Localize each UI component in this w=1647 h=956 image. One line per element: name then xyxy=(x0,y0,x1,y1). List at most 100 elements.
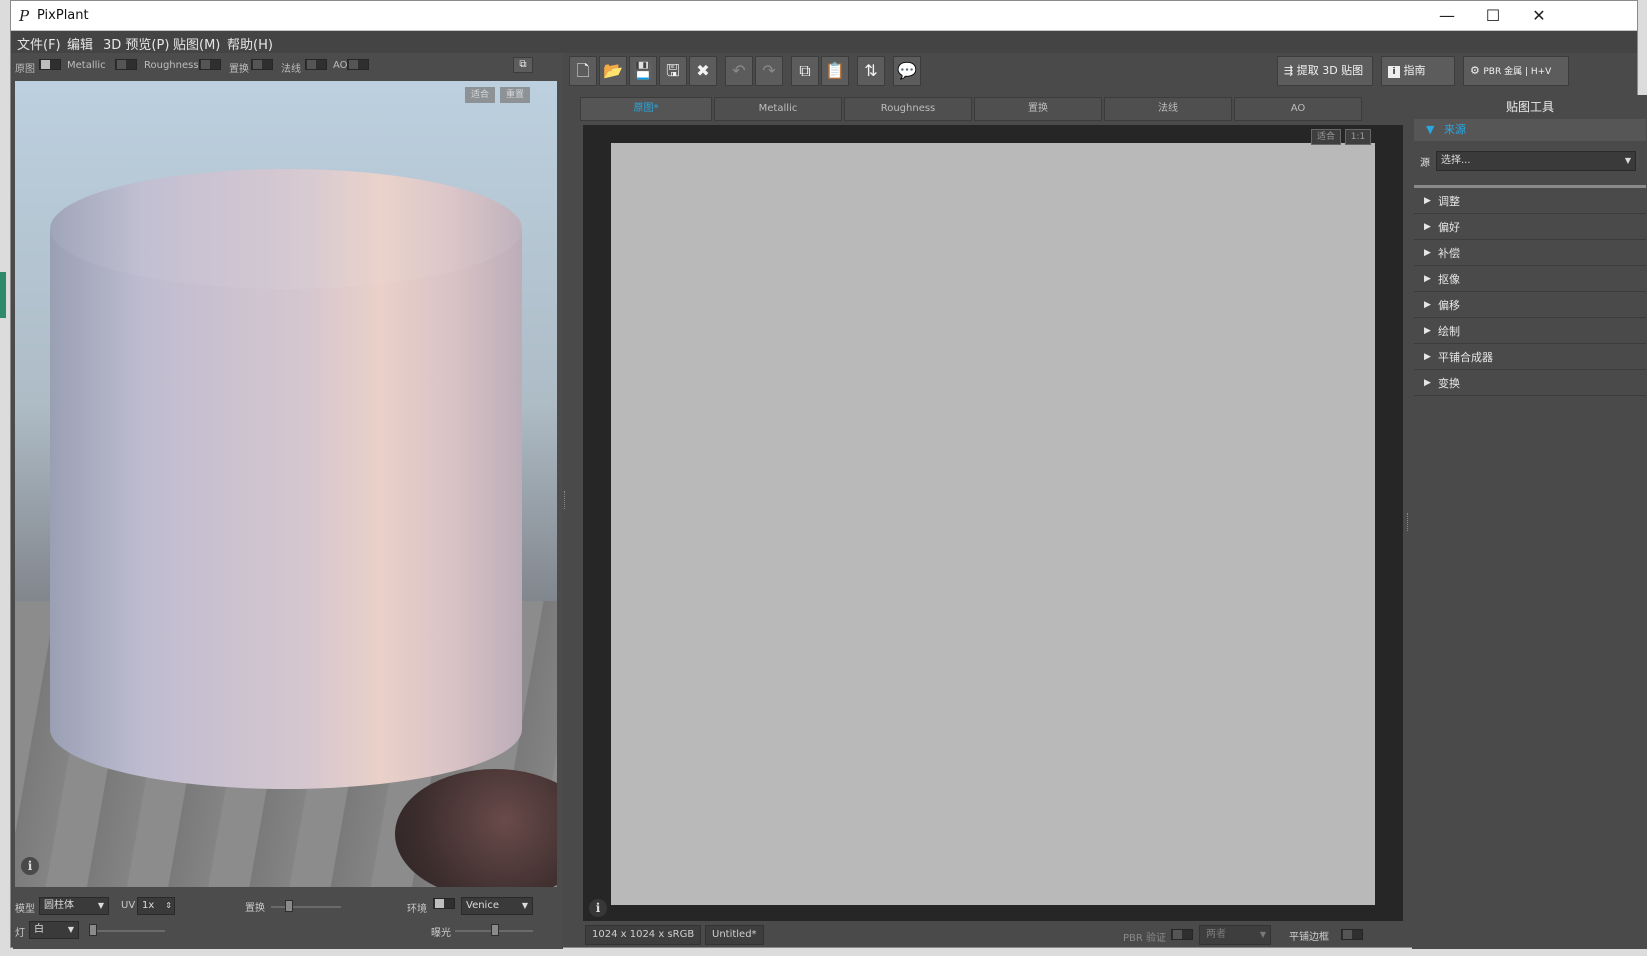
canvas-info-icon[interactable]: i xyxy=(589,899,607,917)
channel-metallic-label: Metallic xyxy=(67,60,106,71)
chevron-down-icon: ▼ xyxy=(97,901,104,910)
menu-3d-preview[interactable]: 3D 预览(P) xyxy=(103,34,169,53)
comment-icon[interactable]: 💬 xyxy=(893,56,921,86)
tool-transform[interactable]: ▶ 变换 xyxy=(1414,371,1646,396)
desktop-edge-mark xyxy=(0,272,6,318)
displace-strength-label: 置换 xyxy=(245,903,265,914)
tool-compensate[interactable]: ▶ 补偿 xyxy=(1414,241,1646,266)
extract-icon: ⇶ xyxy=(1284,64,1294,77)
minimize-button[interactable]: — xyxy=(1431,5,1463,27)
channel-roughness-toggle[interactable] xyxy=(199,59,221,71)
triangle-right-icon: ▶ xyxy=(1424,274,1431,284)
channel-metallic-toggle[interactable] xyxy=(115,59,137,71)
main-toolbar: 🗋 📂 💾 🖫 ✖ ↶ ↷ ⧉ 📋 ⇅ 💬 ⇶ 提取 3D 贴图 i 指南 ⚙ … xyxy=(569,53,1639,89)
canvas-fit-button[interactable]: 适合 xyxy=(1311,129,1341,145)
section-divider xyxy=(1414,185,1646,188)
guide-button[interactable]: i 指南 xyxy=(1381,56,1455,86)
canvas-footer: 1024 x 1024 x sRGB Untitled* PBR 验证 两者 ▼ … xyxy=(583,923,1403,947)
tile-edge-toggle[interactable] xyxy=(1341,929,1363,941)
tab-normal[interactable]: 法线 xyxy=(1104,97,1232,121)
pbr-check-toggle[interactable] xyxy=(1171,929,1193,941)
triangle-right-icon: ▶ xyxy=(1424,326,1431,336)
tool-preference[interactable]: ▶ 偏好 xyxy=(1414,215,1646,240)
paste-icon[interactable]: 📋 xyxy=(821,56,849,86)
exposure-slider-knob[interactable] xyxy=(491,924,499,936)
tab-roughness[interactable]: Roughness xyxy=(844,97,972,121)
tool-draw[interactable]: ▶ 绘制 xyxy=(1414,319,1646,344)
tool-keying[interactable]: ▶ 抠像 xyxy=(1414,267,1646,292)
chevron-down-icon: ▼ xyxy=(1624,156,1631,165)
light-slider-knob[interactable] xyxy=(89,924,97,936)
source-section-header[interactable]: ▼ 来源 xyxy=(1414,119,1646,141)
chevron-down-icon: ▼ xyxy=(1259,930,1266,939)
3d-viewport[interactable]: 适合 重置 i xyxy=(15,81,557,887)
displace-slider-knob[interactable] xyxy=(285,900,293,912)
close-file-icon[interactable]: ✖ xyxy=(689,56,717,86)
map-tabs: 原图* Metallic Roughness 置换 法线 AO xyxy=(580,97,1405,121)
light-select[interactable]: 白 ▼ xyxy=(29,921,79,939)
triangle-right-icon: ▶ xyxy=(1424,378,1431,388)
chevron-down-icon: ▼ xyxy=(521,901,528,910)
uv-stepper[interactable]: 1x ⇕ xyxy=(137,897,175,915)
source-select[interactable]: 选择... ▼ xyxy=(1436,151,1636,171)
title-bar: P PixPlant — ☐ ✕ xyxy=(11,1,1637,31)
save-icon[interactable]: 💾 xyxy=(629,56,657,86)
preview-footer: 模型 圆柱体 ▼ UV 1x ⇕ 置换 环境 Venice ▼ 灯 白 ▼ 曝光 xyxy=(13,893,563,949)
channel-displace-toggle[interactable] xyxy=(251,59,273,71)
extract-3d-maps-button[interactable]: ⇶ 提取 3D 贴图 xyxy=(1277,56,1373,86)
viewport-fit-button[interactable]: 适合 xyxy=(465,87,495,103)
pbr-settings-button[interactable]: ⚙ PBR 金属 | H+V xyxy=(1463,56,1569,86)
channel-roughness-label: Roughness xyxy=(144,60,199,71)
left-splitter-handle[interactable] xyxy=(564,491,567,509)
environment-select[interactable]: Venice ▼ xyxy=(461,897,533,915)
cylinder-model xyxy=(50,169,522,789)
triangle-right-icon: ▶ xyxy=(1424,248,1431,258)
exposure-label: 曝光 xyxy=(431,928,451,939)
viewport-info-icon[interactable]: i xyxy=(21,857,39,875)
model-select[interactable]: 圆柱体 ▼ xyxy=(39,897,109,915)
menu-edit[interactable]: 编辑 xyxy=(67,34,93,53)
viewport-reset-button[interactable]: 重置 xyxy=(500,87,530,103)
texture-canvas-area: 适合 1:1 i xyxy=(583,125,1403,921)
canvas-1to1-button[interactable]: 1:1 xyxy=(1345,129,1371,145)
triangle-right-icon: ▶ xyxy=(1424,222,1431,232)
preview-channel-bar: 原图 Metallic Roughness 置换 法线 AO ⧉ xyxy=(13,55,563,75)
channel-ao-label: AO xyxy=(333,60,348,71)
image-size-readout: 1024 x 1024 x sRGB xyxy=(585,925,702,945)
pbr-check-label: PBR 验证 xyxy=(1123,933,1167,944)
open-folder-icon[interactable]: 📂 xyxy=(599,56,627,86)
environment-toggle[interactable] xyxy=(433,898,455,910)
undo-icon[interactable]: ↶ xyxy=(725,56,753,86)
tab-metallic[interactable]: Metallic xyxy=(714,97,842,121)
maximize-button[interactable]: ☐ xyxy=(1477,5,1509,27)
triangle-right-icon: ▶ xyxy=(1424,196,1431,206)
pbr-check-select[interactable]: 两者 ▼ xyxy=(1199,925,1271,945)
source-label: 源 xyxy=(1420,158,1430,169)
menu-file[interactable]: 文件(F) xyxy=(17,34,61,53)
save-as-icon[interactable]: 🖫 xyxy=(659,56,687,86)
close-button[interactable]: ✕ xyxy=(1523,5,1555,27)
tool-tile-synthesizer[interactable]: ▶ 平铺合成器 xyxy=(1414,345,1646,370)
channel-original-toggle[interactable] xyxy=(39,59,61,71)
detach-window-icon[interactable]: ⧉ xyxy=(513,57,533,73)
tool-offset[interactable]: ▶ 偏移 xyxy=(1414,293,1646,318)
right-splitter-handle[interactable] xyxy=(1407,513,1410,531)
displace-strength-slider[interactable] xyxy=(271,906,341,908)
light-intensity-slider[interactable] xyxy=(89,930,165,932)
channel-normal-label: 法线 xyxy=(281,64,301,75)
gear-icon: ⚙ xyxy=(1470,64,1480,77)
redo-icon[interactable]: ↷ xyxy=(755,56,783,86)
tab-original[interactable]: 原图* xyxy=(580,97,712,121)
texture-canvas[interactable] xyxy=(611,143,1375,905)
channel-ao-toggle[interactable] xyxy=(347,59,369,71)
swap-icon[interactable]: ⇅ xyxy=(857,56,885,86)
tool-adjust[interactable]: ▶ 调整 xyxy=(1414,189,1646,214)
new-file-icon[interactable]: 🗋 xyxy=(569,56,597,86)
menu-help[interactable]: 帮助(H) xyxy=(227,34,273,53)
menu-map[interactable]: 贴图(M) xyxy=(173,34,220,53)
tab-ao[interactable]: AO xyxy=(1234,97,1362,121)
channel-normal-toggle[interactable] xyxy=(305,59,327,71)
app-logo-icon: P xyxy=(19,7,30,25)
tab-displace[interactable]: 置换 xyxy=(974,97,1102,121)
copy-icon[interactable]: ⧉ xyxy=(791,56,819,86)
